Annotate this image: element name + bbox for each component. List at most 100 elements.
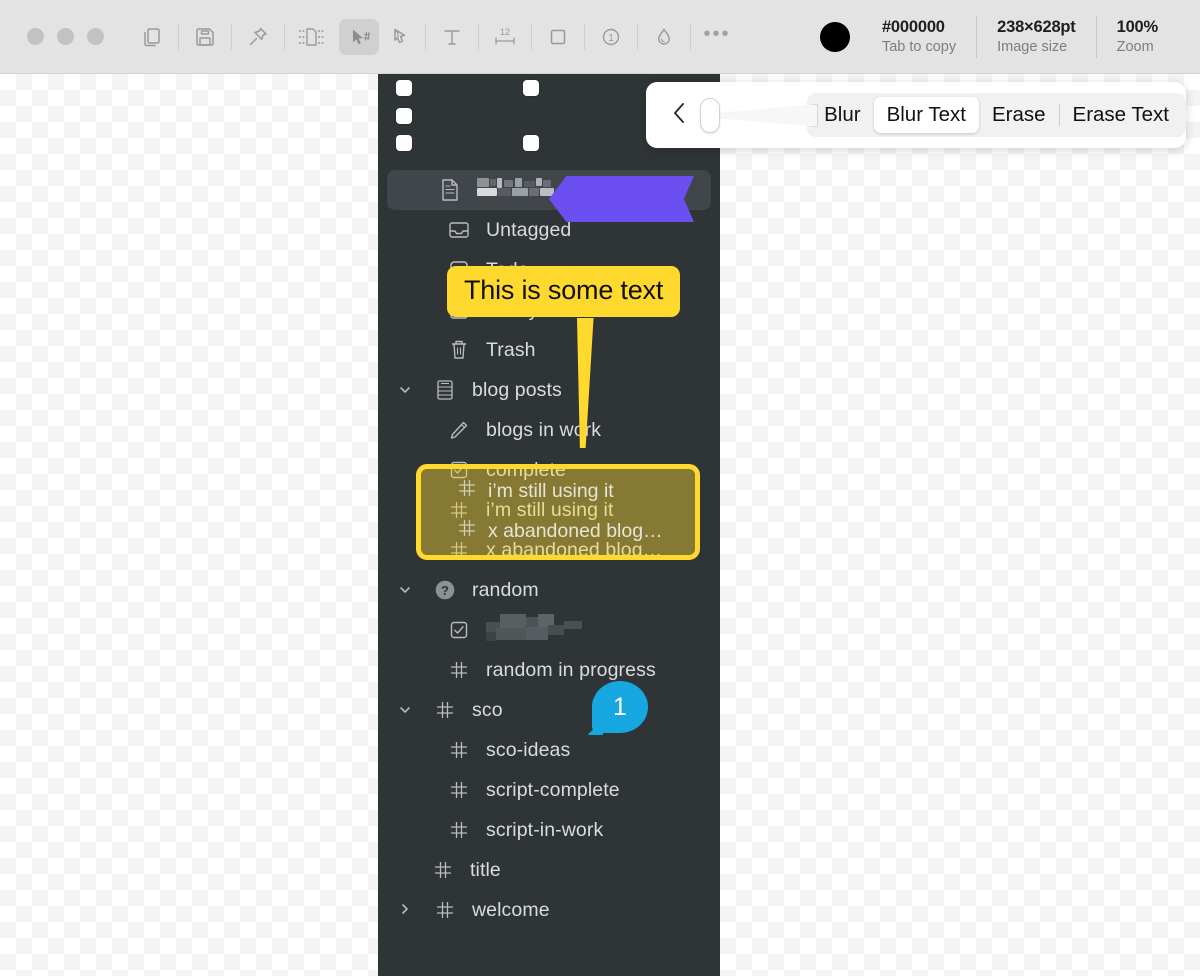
question-icon: ?: [430, 578, 460, 602]
list-item[interactable]: [378, 610, 720, 650]
list-item-random-in-progress[interactable]: random in progress: [378, 650, 720, 690]
segment-blur[interactable]: Blur: [811, 97, 873, 133]
hash-icon: [428, 859, 458, 881]
list-item-label: sco: [472, 698, 503, 721]
hash-icon: [444, 739, 474, 761]
color-swatch[interactable]: [819, 21, 850, 52]
highlighted-row-1-label: i’m still using it: [488, 479, 614, 502]
rectangle-tool-button[interactable]: [538, 19, 578, 55]
hash-icon: [430, 899, 460, 921]
save-button[interactable]: [185, 19, 225, 55]
chevron-right-icon[interactable]: [394, 902, 416, 918]
list-item-label: Untagged: [486, 218, 572, 241]
toolbar-divider: [690, 23, 691, 50]
highlight-box-annotation[interactable]: i’m still using it x abandoned blog…: [416, 464, 700, 560]
list-item-label: sco-ideas: [486, 738, 571, 761]
highlight-tool-button[interactable]: [379, 19, 419, 55]
select-tool-button[interactable]: [339, 18, 379, 55]
cursor-hash-icon: [346, 25, 372, 49]
selection-handle-top-center[interactable]: [523, 80, 539, 96]
hash-icon: [456, 517, 478, 545]
segment-erase[interactable]: Erase: [979, 97, 1059, 133]
chevron-down-icon[interactable]: [394, 582, 416, 598]
segment-blur-text[interactable]: Blur Text: [873, 97, 979, 133]
trash-icon: [444, 338, 474, 362]
annotation-editor-window: 12 1 ••• #000000 Tab to copy 238×628pt I…: [0, 0, 1200, 976]
image-size-label: Image size: [997, 39, 1068, 55]
checkbox-checked-icon: [444, 619, 474, 641]
more-tools-button[interactable]: •••: [697, 19, 737, 55]
square-icon: [546, 25, 570, 49]
inbox-icon: [444, 219, 474, 241]
list-item-script-in-work[interactable]: script-in-work: [378, 810, 720, 850]
toolbar-divider: [178, 23, 179, 50]
svg-text:1: 1: [608, 33, 614, 44]
hash-icon: [444, 819, 474, 841]
list-item-title[interactable]: title: [378, 850, 720, 890]
selection-handle-bottom-center[interactable]: [523, 135, 539, 151]
purple-arrow-annotation[interactable]: [549, 176, 694, 222]
highlighted-row-2-label: x abandoned blog…: [488, 519, 663, 542]
close-window-button[interactable]: [27, 28, 44, 45]
color-status[interactable]: #000000 Tab to copy: [862, 18, 976, 55]
selection-handle-top-left[interactable]: [396, 80, 412, 96]
list-item-script-complete[interactable]: script-complete: [378, 770, 720, 810]
blur-tool-button[interactable]: [644, 19, 684, 55]
text-tool-button[interactable]: [432, 19, 472, 55]
list-item-welcome[interactable]: welcome: [378, 890, 720, 930]
hand-arrow-icon: [387, 25, 411, 49]
svg-text:12: 12: [500, 27, 510, 37]
document-icon: [435, 177, 465, 203]
list-item-label: script-in-work: [486, 818, 604, 841]
list-icon: [430, 378, 460, 402]
color-hint: Tab to copy: [881, 39, 957, 55]
counter-1-icon: 1: [599, 25, 623, 49]
maximize-window-button[interactable]: [87, 28, 104, 45]
measure-12-icon: 12: [490, 25, 520, 49]
list-item-random[interactable]: ? random: [378, 570, 720, 610]
hash-icon: [444, 779, 474, 801]
zoom-label: Zoom: [1116, 39, 1154, 55]
svg-text:?: ?: [441, 583, 449, 598]
list-item-blog-posts[interactable]: blog posts: [378, 370, 720, 410]
chevron-left-icon: [669, 100, 691, 131]
intensity-slider[interactable]: [699, 95, 818, 135]
top-toolbar: 12 1 ••• #000000 Tab to copy 238×628pt I…: [0, 0, 1200, 74]
toolbar-divider: [584, 23, 585, 50]
measure-tool-button[interactable]: 12: [485, 19, 525, 55]
color-value: #000000: [881, 18, 945, 36]
chevron-down-icon[interactable]: [394, 382, 416, 398]
toolbar-divider: [231, 23, 232, 50]
list-item-blogs-in-work[interactable]: blogs in work: [378, 410, 720, 450]
hash-icon: [456, 477, 478, 505]
blur-mode-segmented-control: Blur Blur Text Erase Erase Text: [807, 93, 1186, 137]
selection-handle-bottom-left[interactable]: [396, 135, 412, 151]
toolbar-divider: [425, 23, 426, 50]
minimize-window-button[interactable]: [57, 28, 74, 45]
crop-button[interactable]: [291, 19, 331, 55]
counter-badge-annotation[interactable]: 1: [592, 681, 648, 733]
pin-button[interactable]: [238, 19, 278, 55]
toolbar-divider: [284, 23, 285, 50]
list-item-label: title: [470, 858, 501, 881]
list-item-sco-ideas[interactable]: sco-ideas: [378, 730, 720, 770]
counter-tool-button[interactable]: 1: [591, 19, 631, 55]
toolbar-divider: [637, 23, 638, 50]
list-item-label: welcome: [472, 898, 550, 921]
slider-thumb[interactable]: [699, 98, 720, 133]
zoom-status[interactable]: 100% Zoom: [1097, 18, 1178, 55]
chevron-down-icon[interactable]: [394, 702, 416, 718]
callout-annotation[interactable]: This is some text: [447, 266, 681, 448]
highlighted-row-1: i’m still using it: [421, 471, 614, 511]
hash-icon: [444, 659, 474, 681]
list-item-trash[interactable]: Trash: [378, 330, 720, 370]
segment-erase-text[interactable]: Erase Text: [1060, 97, 1182, 133]
callout-text: This is some text: [447, 266, 681, 317]
copy-button[interactable]: [132, 19, 172, 55]
popover-back-button[interactable]: [664, 100, 696, 131]
image-size-value: 238×628pt: [997, 18, 1076, 36]
hash-icon: [430, 699, 460, 721]
list-item-sco[interactable]: sco: [378, 690, 720, 730]
list-item-label: Trash: [486, 338, 536, 361]
selection-handle-middle-left[interactable]: [396, 108, 412, 124]
